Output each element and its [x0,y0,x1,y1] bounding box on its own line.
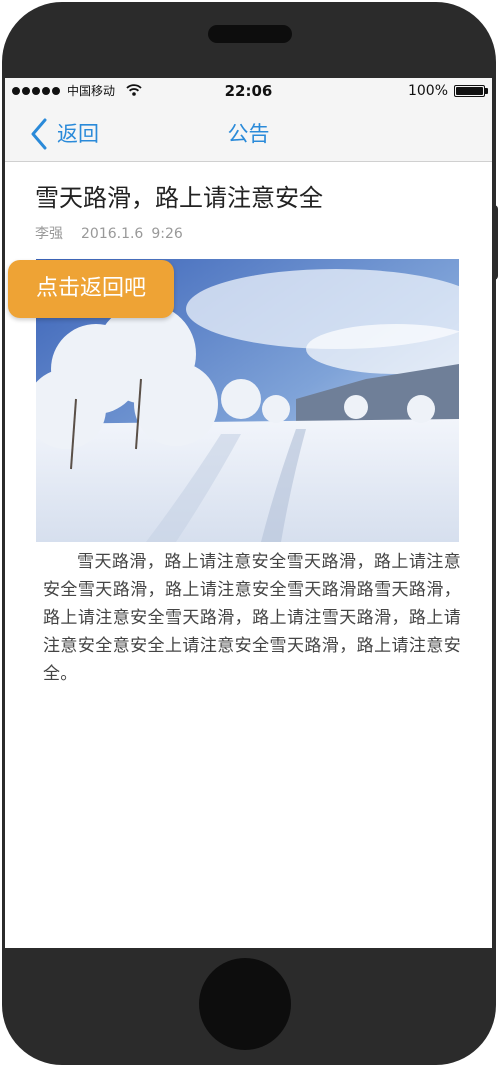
battery-icon [454,85,485,97]
page-title: 公告 [227,122,270,146]
nav-bar: 返回 公告 [5,105,492,162]
article-title: 雪天路滑，路上请注意安全 [35,184,323,212]
battery-percent: 100% [407,83,448,99]
phone-side-button [492,205,498,280]
screen: 中国移动 22:06 100% 返回 公告 雪天路滑，路上请注意安全 李强 201… [5,78,492,948]
article-body: 雪天路滑，路上请注意安全雪天路滑，路上请注意安全雪天路滑，路上请注意安全雪天路滑… [43,552,461,684]
article-meta: 李强 2016.1.6 9:26 [35,225,183,243]
phone-speaker [208,25,292,43]
home-button[interactable] [199,958,291,1050]
article-date: 2016.1.6 [81,226,144,242]
article-time: 9:26 [151,226,183,242]
article-author: 李强 [35,226,63,242]
back-hint-button[interactable]: 点击返回吧 [8,260,174,318]
battery-cap [485,88,488,94]
status-bar: 中国移动 22:06 100% [5,78,492,105]
